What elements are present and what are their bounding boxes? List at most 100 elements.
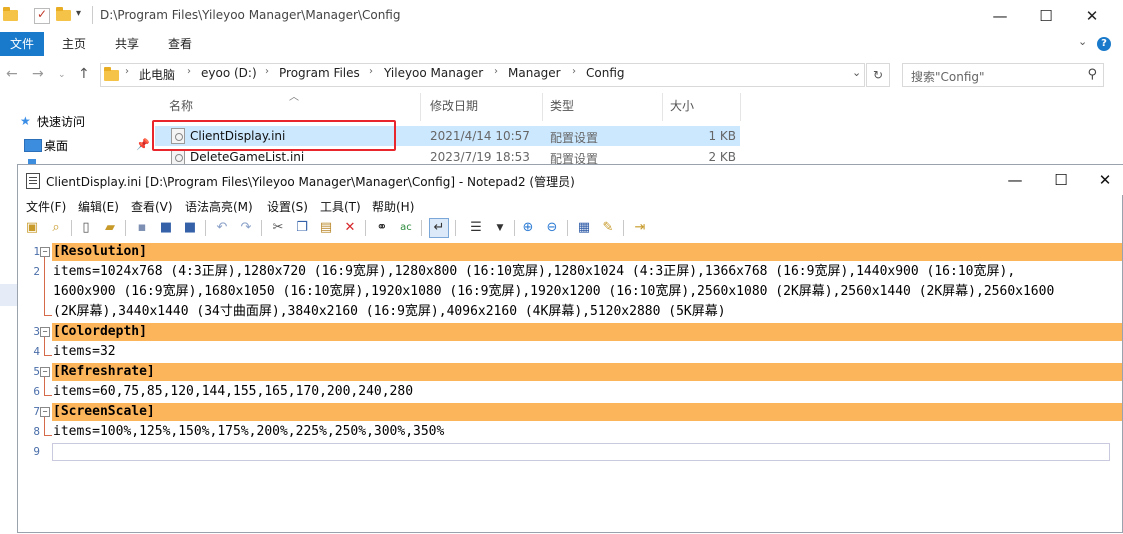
menu-view[interactable]: 查看(V) (131, 198, 173, 215)
fold-toggle-icon[interactable]: − (40, 247, 50, 257)
nav-quick-access[interactable]: 快速访问 (37, 113, 85, 130)
save-as-icon[interactable]: ■ (158, 220, 174, 236)
breadcrumb-program-files[interactable]: Program Files (279, 66, 360, 80)
menu-file[interactable]: 文件(F) (26, 198, 66, 215)
maximize-icon[interactable]: ☐ (1039, 165, 1083, 195)
fold-toggle-icon[interactable]: − (40, 327, 50, 337)
save-copy-icon[interactable]: ■ (182, 220, 198, 236)
ribbon-tabs: 文件 主页 共享 查看 (0, 32, 1123, 56)
find-icon[interactable]: ⚭ (374, 220, 390, 236)
menu-settings[interactable]: 设置(S) (267, 198, 308, 215)
customize-quick-access-icon[interactable]: ▾ (76, 8, 81, 19)
breadcrumb-config[interactable]: Config (586, 66, 625, 80)
breadcrumb-manager[interactable]: Manager (508, 66, 561, 80)
file-size: 1 KB (708, 129, 736, 143)
close-icon[interactable]: ✕ (1083, 165, 1123, 195)
column-header-size[interactable]: 大小 (670, 97, 694, 114)
column-divider[interactable] (420, 93, 421, 121)
line-number: 4 (33, 345, 40, 358)
menu-syntax[interactable]: 语法高亮(M) (185, 198, 253, 215)
chevron-right-icon: › (125, 66, 129, 77)
customize-scheme-icon[interactable]: ✎ (600, 220, 616, 236)
fold-toggle-icon[interactable]: − (40, 407, 50, 417)
bullet-list-icon[interactable]: ☰ (468, 220, 484, 236)
menu-help[interactable]: 帮助(H) (372, 198, 414, 215)
line-number: 8 (33, 425, 40, 438)
close-icon[interactable]: ✕ (1069, 0, 1115, 32)
maximize-icon[interactable]: ☐ (1023, 0, 1069, 32)
column-divider[interactable] (542, 93, 543, 121)
word-wrap-icon: ↵ (433, 220, 445, 235)
breadcrumb-yileyoo-manager[interactable]: Yileyoo Manager (384, 66, 483, 80)
copy-icon[interactable]: ❐ (294, 220, 310, 236)
notepad-titlebar: ClientDisplay.ini [D:\Program Files\Yile… (18, 165, 1123, 195)
code-line-section: [Refreshrate] (53, 364, 155, 379)
properties-icon[interactable]: ✓ (34, 7, 50, 24)
refresh-icon[interactable]: ↻ (866, 63, 890, 87)
tab-file[interactable]: 文件 (0, 32, 44, 56)
tab-share[interactable]: 共享 (115, 32, 139, 56)
menu-edit[interactable]: 编辑(E) (78, 198, 119, 215)
search-icon: ⚲ (1087, 67, 1097, 82)
recent-locations-icon[interactable]: ⌄ (58, 70, 66, 80)
code-line-section: [ScreenScale] (53, 404, 155, 419)
column-header-date[interactable]: 修改日期 (430, 97, 478, 114)
breadcrumb-drive[interactable]: eyoo (D:) (201, 66, 257, 80)
menu-tools[interactable]: 工具(T) (320, 198, 361, 215)
tab-view[interactable]: 查看 (168, 32, 192, 56)
notepad-app-icon[interactable] (26, 173, 40, 189)
address-dropdown-icon[interactable]: ⌄ (852, 66, 861, 79)
undo-icon[interactable]: ↶ (214, 220, 230, 236)
column-divider[interactable] (740, 93, 741, 121)
fold-toggle-icon[interactable]: − (40, 367, 50, 377)
zoom-in-icon[interactable]: ⊕ (520, 220, 536, 236)
minimize-icon[interactable]: — (977, 0, 1023, 32)
help-icon[interactable]: ? (1097, 37, 1111, 51)
fold-line (44, 417, 45, 435)
file-name[interactable]: DeleteGameList.ini (190, 150, 304, 164)
expand-ribbon-icon[interactable]: ⌄ (1078, 35, 1087, 48)
browse-icon[interactable]: ⌕ (48, 220, 64, 236)
file-date: 2023/7/19 18:53 (430, 150, 530, 164)
toolbar-separator (623, 220, 624, 236)
paste-icon[interactable]: ▤ (318, 220, 334, 236)
exit-icon[interactable]: ⇥ (632, 220, 648, 236)
desktop-icon (24, 139, 42, 152)
up-arrow-icon[interactable]: ↑ (78, 66, 90, 82)
chevron-right-icon: › (187, 66, 191, 77)
delete-icon[interactable]: ✕ (342, 220, 358, 236)
cut-icon[interactable]: ✂ (270, 220, 286, 236)
line-number: 1 (33, 245, 40, 258)
line-number: 2 (33, 265, 40, 278)
code-line: items=1024x768 (4:3正屏),1280x720 (16:9宽屏)… (53, 264, 1016, 279)
toolbar-separator (567, 220, 568, 236)
save-icon[interactable]: ▪ (134, 220, 150, 236)
new-file-icon[interactable]: ▯ (78, 220, 94, 236)
line-number: 7 (33, 405, 40, 418)
back-arrow-icon[interactable]: ← (6, 66, 18, 82)
section-highlight (52, 243, 1122, 261)
redo-icon[interactable]: ↷ (238, 220, 254, 236)
dropdown-arrow-icon[interactable]: ▼ (492, 220, 508, 236)
forward-arrow-icon[interactable]: → (32, 66, 44, 82)
column-header-type[interactable]: 类型 (550, 97, 574, 114)
replace-icon[interactable]: ac (398, 220, 414, 236)
editor-area[interactable]: 1 2 3 4 5 6 7 8 9 − − − − [Resolution] i… (18, 241, 1122, 534)
toolbar-separator (261, 220, 262, 236)
fold-line (44, 257, 45, 315)
toolbar-separator (205, 220, 206, 236)
chevron-right-icon: › (572, 66, 576, 77)
search-box[interactable]: 搜索"Config" ⚲ (902, 63, 1104, 87)
column-divider[interactable] (662, 93, 663, 121)
open-file-icon[interactable]: ▰ (102, 220, 118, 236)
open-folder-icon[interactable]: ▣ (24, 220, 40, 236)
nav-desktop[interactable]: 桌面 (44, 137, 68, 154)
zoom-out-icon[interactable]: ⊖ (544, 220, 560, 236)
minimize-icon[interactable]: — (993, 165, 1037, 195)
section-highlight (52, 403, 1122, 421)
tab-home[interactable]: 主页 (62, 32, 86, 56)
breadcrumb-this-pc[interactable]: 此电脑 (139, 66, 175, 83)
column-header-name[interactable]: 名称 (169, 97, 193, 114)
scheme-icon[interactable]: ▦ (576, 220, 592, 236)
fold-end-tick (44, 435, 52, 436)
